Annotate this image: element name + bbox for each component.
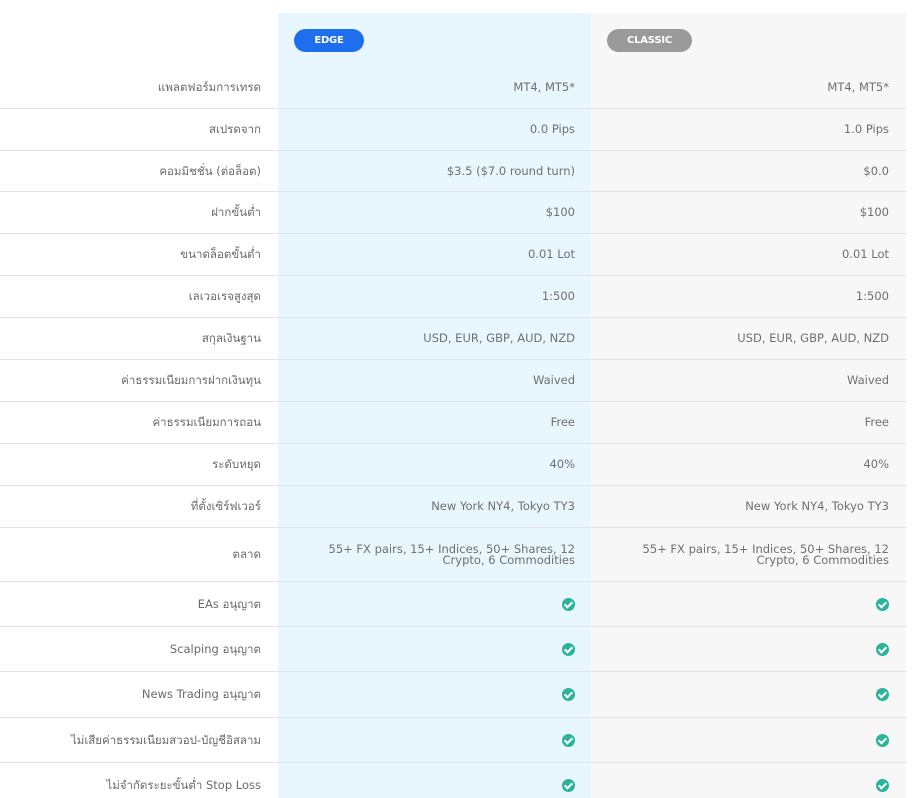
check-icon [562,642,575,656]
classic-value-cell [591,582,906,626]
edge-value-cell [278,763,591,798]
classic-value: Waived [846,373,889,387]
edge-value: MT4, MT5* [513,80,575,94]
table-row: สเปรดจาก 0.0 Pips 1.0 Pips [0,109,906,151]
row-label: ไม่จำกัดระยะขั้นต่ำ Stop Loss [106,777,261,792]
edge-value: Free [550,415,575,429]
row-label: ค่าธรรมเนียมการถอน [152,415,261,429]
comparison-rows: แพลตฟอร์มการเทรด MT4, MT5* MT4, MT5* สเปรดจ… [0,67,906,798]
check-icon [562,733,575,747]
classic-value: 55+ FX pairs, 15+ Indices, 50+ Shares, 1… [642,541,890,567]
classic-value: 1.0 Pips [843,122,889,136]
classic-value: 1:500 [855,289,889,303]
row-label: เลเวอเรจสูงสุด [188,289,261,303]
plan-header: EDGE CLASSIC [0,13,906,67]
row-label: ขนาดล็อตขั้นต่ำ [180,247,261,261]
edge-value: 55+ FX pairs, 15+ Indices, 50+ Shares, 1… [328,541,576,567]
table-row: คอมมิชชั่น (ต่อล็อต) $3.5 ($7.0 round tur… [0,151,906,192]
table-row: เลเวอเรจสูงสุด 1:500 1:500 [0,276,906,318]
classic-value-cell [591,763,906,798]
row-label: EAs อนุญาต [197,596,261,611]
edge-value: $100 [545,205,575,219]
classic-value: USD, EUR, GBP, AUD, NZD [737,331,889,345]
classic-value-cell [591,627,906,671]
classic-value: 0.01 Lot [841,247,889,261]
edge-value: 0.01 Lot [527,247,575,261]
table-row: EAs อนุญาต [0,582,906,627]
check-icon [876,733,889,747]
table-row: ค่าธรรมเนียมการฝากเงินทุน Waived Waived [0,360,906,402]
edge-value: New York NY4, Tokyo TY3 [431,499,575,513]
table-row: แพลตฟอร์มการเทรด MT4, MT5* MT4, MT5* [0,67,906,109]
classic-value: $100 [859,205,889,219]
table-row: สกุลเงินฐาน USD, EUR, GBP, AUD, NZD USD, E… [0,318,906,360]
classic-value-cell [591,718,906,762]
check-icon [876,642,889,656]
classic-value-cell [591,672,906,717]
edge-value: $3.5 ($7.0 round turn) [446,163,575,178]
row-label: คอมมิชชั่น (ต่อล็อต) [159,163,261,178]
edge-value: USD, EUR, GBP, AUD, NZD [423,331,575,345]
account-comparison-table: EDGE CLASSIC แพลตฟอร์มการเทรด MT4, MT5* MT… [0,0,915,798]
row-label: ฝากขั้นต่ำ [211,205,261,219]
edge-value: 1:500 [541,289,575,303]
table-row: Scalping อนุญาต [0,627,906,672]
classic-value: New York NY4, Tokyo TY3 [745,499,889,513]
row-label: สกุลเงินฐาน [201,331,261,345]
edge-value-cell [278,672,591,717]
edge-value-cell [278,582,591,626]
table-row: ฝากขั้นต่ำ $100 $100 [0,192,906,234]
table-row: ระดับหยุด 40% 40% [0,444,906,486]
check-icon [562,597,575,611]
row-label: News Trading อนุญาต [141,687,261,701]
row-label: ตลาด [232,547,261,561]
edge-plan-button[interactable]: EDGE [294,29,364,52]
edge-value: 0.0 Pips [529,122,575,136]
edge-value: 40% [549,457,575,471]
row-label: ไม่เสียค่าธรรมเนียมสวอป-บัญชีอิสลาม [70,732,261,747]
table-row: ตลาด 55+ FX pairs, 15+ Indices, 50+ Share… [0,528,906,582]
row-label: Scalping อนุญาต [169,641,261,656]
row-label: ที่ตั้งเซิร์ฟเวอร์ [190,499,261,513]
classic-value: 40% [863,457,889,471]
check-icon [876,688,889,701]
classic-plan-button[interactable]: CLASSIC [607,29,692,52]
table-row: ค่าธรรมเนียมการถอน Free Free [0,402,906,444]
table-row: News Trading อนุญาต [0,672,906,718]
table-row: ไม่จำกัดระยะขั้นต่ำ Stop Loss [0,763,906,798]
classic-value: MT4, MT5* [827,80,889,94]
edge-value-cell [278,718,591,762]
edge-value: Waived [532,373,575,387]
row-label: ค่าธรรมเนียมการฝากเงินทุน [121,373,261,387]
check-icon [876,597,889,611]
row-label: แพลตฟอร์มการเทรด [157,80,261,94]
check-icon [562,778,575,792]
row-label: ระดับหยุด [212,457,261,471]
edge-value-cell [278,627,591,671]
table-row: ขนาดล็อตขั้นต่ำ 0.01 Lot 0.01 Lot [0,234,906,276]
check-icon [876,778,889,792]
check-icon [562,688,575,701]
classic-value: $0.0 [863,163,889,178]
classic-value: Free [864,415,889,429]
row-label: สเปรดจาก [208,122,261,136]
table-row: ที่ตั้งเซิร์ฟเวอร์ New York NY4, Tokyo TY… [0,486,906,528]
table-row: ไม่เสียค่าธรรมเนียมสวอป-บัญชีอิสลาม [0,718,906,763]
